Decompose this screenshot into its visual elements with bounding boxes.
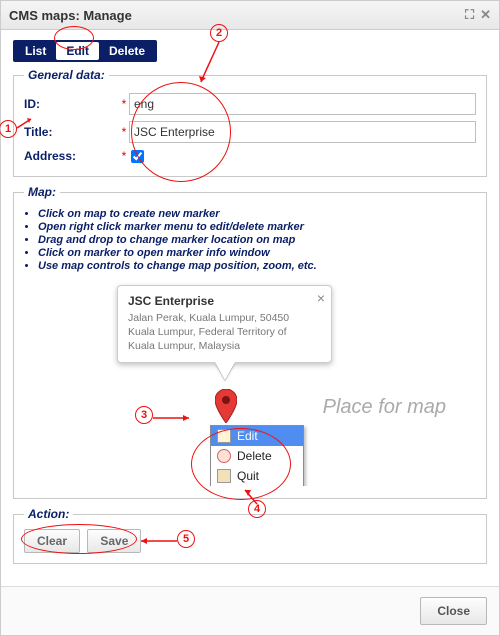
ctx-edit[interactable]: Edit [211, 426, 303, 446]
window-title: CMS maps: Manage [9, 8, 132, 23]
tab-delete[interactable]: Delete [99, 42, 155, 60]
ctx-delete[interactable]: Delete [211, 446, 303, 466]
tab-list[interactable]: List [15, 42, 56, 60]
clear-button[interactable]: Clear [24, 529, 80, 553]
action-legend: Action: [24, 507, 73, 521]
ctx-quit[interactable]: Quit [211, 466, 303, 486]
content-area: List Edit Delete General data: ID: * Tit… [1, 30, 499, 586]
marker-context-menu: Edit Delete Quit [210, 425, 304, 486]
marker-info-window: × JSC Enterprise Jalan Perak, Kuala Lump… [117, 285, 332, 363]
close-button[interactable]: Close [420, 597, 487, 625]
map-fieldset: Map: Click on map to create new marker O… [13, 185, 487, 499]
save-button[interactable]: Save [87, 529, 141, 553]
address-checkbox[interactable] [131, 150, 144, 163]
action-fieldset: Action: Clear Save [13, 507, 487, 564]
hint-item: Drag and drop to change marker location … [38, 234, 476, 246]
required-marker: * [119, 97, 129, 111]
close-icon[interactable]: ✕ [480, 7, 491, 23]
edit-icon [217, 429, 231, 443]
general-fieldset: General data: ID: * Title: * Address: * [13, 68, 487, 177]
required-marker: * [119, 125, 129, 139]
general-legend: General data: [24, 68, 109, 82]
hint-item: Use map controls to change map position,… [38, 260, 476, 272]
tab-edit[interactable]: Edit [56, 42, 99, 60]
dialog-footer: Close [1, 586, 499, 635]
map-hints: Click on map to create new marker Open r… [24, 208, 476, 277]
id-input[interactable] [129, 93, 476, 115]
dialog-window: CMS maps: Manage ⛶ ✕ List Edit Delete Ge… [0, 0, 500, 636]
tab-bar: List Edit Delete [13, 40, 487, 62]
maximize-icon[interactable]: ⛶ [465, 7, 474, 23]
hint-item: Click on map to create new marker [38, 208, 476, 220]
title-input[interactable] [129, 121, 476, 143]
address-label: Address: [24, 149, 119, 163]
map-placeholder: Place for map [323, 396, 446, 419]
title-label: Title: [24, 125, 119, 139]
titlebar: CMS maps: Manage ⛶ ✕ [1, 1, 499, 30]
map-canvas[interactable]: Place for map × JSC Enterprise Jalan Per… [32, 281, 468, 486]
delete-icon [217, 449, 231, 463]
hint-item: Click on marker to open marker info wind… [38, 247, 476, 259]
info-title: JSC Enterprise [128, 294, 303, 308]
id-label: ID: [24, 97, 119, 111]
hint-item: Open right click marker menu to edit/del… [38, 221, 476, 233]
quit-icon [217, 469, 231, 483]
map-legend: Map: [24, 185, 60, 199]
info-address: Jalan Perak, Kuala Lumpur, 50450 Kuala L… [128, 311, 303, 354]
map-marker-icon[interactable] [215, 389, 237, 423]
required-marker: * [119, 149, 129, 163]
info-close-icon[interactable]: × [317, 290, 325, 306]
